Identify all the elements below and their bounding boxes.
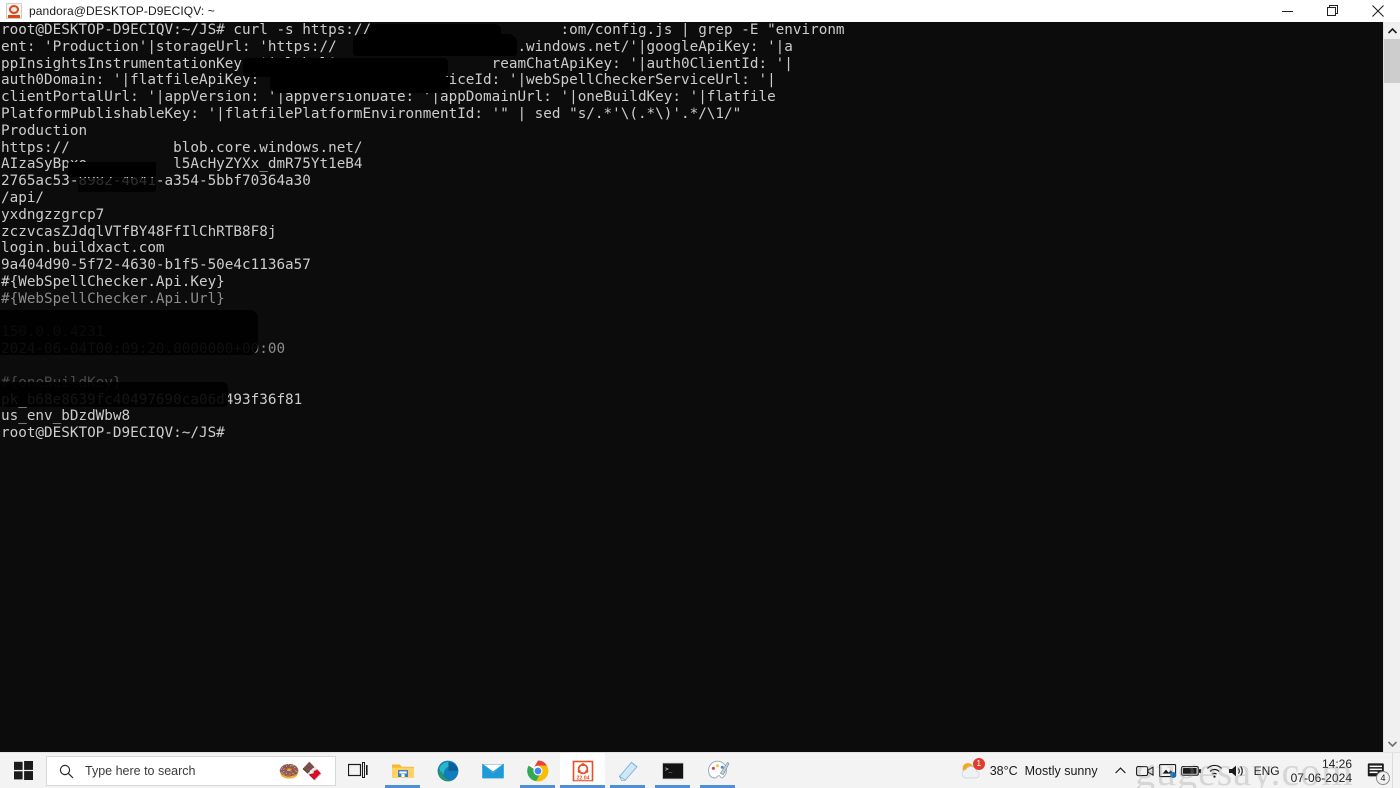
search-input[interactable]: Type here to search 🍩 🍫 xyxy=(46,756,336,786)
terminal-line: /api/ xyxy=(1,189,45,206)
clock-time: 14:26 xyxy=(1321,756,1352,771)
start-button[interactable] xyxy=(0,753,46,788)
terminal-line: #{WebSpellChecker.Api.Url} xyxy=(1,290,225,307)
scrollbar-track[interactable] xyxy=(1384,39,1400,735)
network-icon[interactable] xyxy=(1203,753,1226,788)
terminal-line: 2765ac53-8982-4641-a354-5bbf70364a30 xyxy=(1,173,311,190)
volume-icon[interactable] xyxy=(1226,753,1249,788)
pinned-apps: 22.04 >_ xyxy=(380,753,740,788)
title-bar[interactable]: pandora@DESKTOP-D9ECIQV: ~ xyxy=(0,0,1400,22)
taskbar: Type here to search 🍩 🍫 22.04 >_ 1 38°C … xyxy=(0,752,1400,788)
ubuntu-2204-icon: 22.04 xyxy=(572,760,593,781)
clock[interactable]: 14:26 07-06-2024 xyxy=(1287,757,1362,785)
svg-text:>_: >_ xyxy=(665,766,673,773)
terminal-line: root@DESKTOP-D9ECIQV:~/JS# xyxy=(1,425,225,442)
system-tray: 1 38°C Mostly sunny ENG 14:26 07-06-2024… xyxy=(951,752,1400,788)
show-desktop-button[interactable] xyxy=(1392,752,1400,788)
terminal-body[interactable]: root@DESKTOP-D9ECIQV:~/JS# curl -s https… xyxy=(0,22,1400,752)
terminal-line: 2024-06-04T00:09:20.0000000+00:00 xyxy=(1,341,286,358)
taskbar-app-google-chrome[interactable] xyxy=(515,753,560,788)
command-prompt-icon: >_ xyxy=(661,762,684,779)
terminal-line: #{WebSpellChecker.Api.Key} xyxy=(1,273,225,290)
show-hidden-icons-button[interactable] xyxy=(1108,753,1134,788)
desktop: pandora@DESKTOP-D9ECIQV: ~ root@DESKTOP-… xyxy=(0,0,1400,788)
weather-temperature: 38°C xyxy=(989,763,1018,778)
donut-doodle-icon: 🍩 xyxy=(278,761,300,781)
terminal-line: ppInsightsInstrumentationKey: '|globalA … xyxy=(1,55,793,72)
taskbar-app-sticky-notes[interactable] xyxy=(605,753,650,788)
window-title: pandora@DESKTOP-D9ECIQV: ~ xyxy=(29,4,215,18)
ubuntu-icon xyxy=(6,3,22,19)
taskbar-app-ubuntu-2204[interactable]: 22.04 xyxy=(560,753,605,788)
task-view-button[interactable] xyxy=(336,753,380,788)
eclair-doodle-icon: 🍫 xyxy=(301,761,323,781)
taskbar-spacer xyxy=(740,753,951,788)
mail-icon xyxy=(481,763,504,778)
search-placeholder: Type here to search xyxy=(85,764,196,778)
close-button[interactable] xyxy=(1355,0,1400,22)
terminal-line: 9a404d90-5f72-4630-b1f5-50e4c1136a57 xyxy=(1,257,311,274)
scroll-down-icon[interactable] xyxy=(1384,735,1400,752)
scroll-up-icon[interactable] xyxy=(1384,22,1400,39)
weather-notification-badge: 1 xyxy=(972,757,985,770)
onedrive-icon[interactable] xyxy=(1157,753,1180,788)
notification-count-badge: 4 xyxy=(1376,770,1390,785)
google-chrome-icon xyxy=(526,760,548,781)
meet-now-icon[interactable] xyxy=(1134,753,1157,788)
weather-sun-cloud-icon: 1 xyxy=(959,757,985,782)
terminal-line: clientPortalUrl: '|appVersion: '|appVers… xyxy=(1,89,776,106)
terminal-line: auth0Domain: '|flatfileApiKey: '|webSpel… xyxy=(1,72,776,89)
terminal-scrollbar[interactable] xyxy=(1383,22,1400,752)
terminal-line: ent: 'Production'|storageUrl: 'https:// … xyxy=(1,38,793,55)
taskbar-app-command-prompt[interactable]: >_ xyxy=(650,753,695,788)
taskbar-app-microsoft-edge[interactable] xyxy=(425,753,470,788)
terminal-line: PlatformPublishableKey: '|flatfilePlatfo… xyxy=(1,105,742,122)
taskbar-app-mail[interactable] xyxy=(470,753,515,788)
terminal-line: pk_b68e8639fc40497690ca06d493f36f81 xyxy=(1,391,303,408)
terminal-line: AIzaSyBpxo l5AcHyZYXx_dmR75Yt1eB4 xyxy=(1,156,363,173)
terminal-line: 150.0.0.4231 xyxy=(1,324,105,341)
clock-date: 07-06-2024 xyxy=(1290,770,1352,785)
terminal-window: pandora@DESKTOP-D9ECIQV: ~ root@DESKTOP-… xyxy=(0,0,1400,752)
paint-icon xyxy=(707,760,729,778)
search-icon xyxy=(59,764,74,779)
maximize-button[interactable] xyxy=(1310,0,1355,22)
svg-text:22.04: 22.04 xyxy=(576,775,589,781)
battery-icon[interactable] xyxy=(1180,753,1203,788)
microsoft-edge-icon xyxy=(437,760,458,781)
weather-condition: Mostly sunny xyxy=(1024,763,1098,778)
scrollbar-thumb[interactable] xyxy=(1384,39,1400,83)
terminal-line: #{oneBuildKey} xyxy=(1,374,122,391)
terminal-line: root@DESKTOP-D9ECIQV:~/JS# curl -s https… xyxy=(1,22,845,38)
terminal-line: us_env_bDzdWbw8 xyxy=(1,408,131,425)
terminal-line: login.buildxact.com xyxy=(1,240,165,257)
file-explorer-icon xyxy=(391,764,414,778)
windows-logo-icon xyxy=(13,761,33,780)
taskbar-app-file-explorer[interactable] xyxy=(380,753,425,788)
taskbar-app-paint[interactable] xyxy=(695,753,740,788)
terminal-line: Production xyxy=(1,122,88,139)
minimize-button[interactable] xyxy=(1265,0,1310,22)
terminal-line: zczvcasZJdqlVTfBY48FfIlChRTB8F8j xyxy=(1,223,277,240)
notification-center-button[interactable]: 4 xyxy=(1362,753,1392,788)
weather-widget[interactable]: 1 38°C Mostly sunny xyxy=(951,753,1108,788)
sticky-notes-icon xyxy=(618,761,638,781)
terminal-line: yxdngzzgrcp7 xyxy=(1,206,105,223)
language-indicator[interactable]: ENG xyxy=(1249,764,1287,778)
terminal-line: https:// blob.core.windows.net/ xyxy=(1,139,363,156)
terminal-output[interactable]: root@DESKTOP-D9ECIQV:~/JS# curl -s https… xyxy=(0,22,1383,752)
task-view-icon xyxy=(348,762,368,778)
